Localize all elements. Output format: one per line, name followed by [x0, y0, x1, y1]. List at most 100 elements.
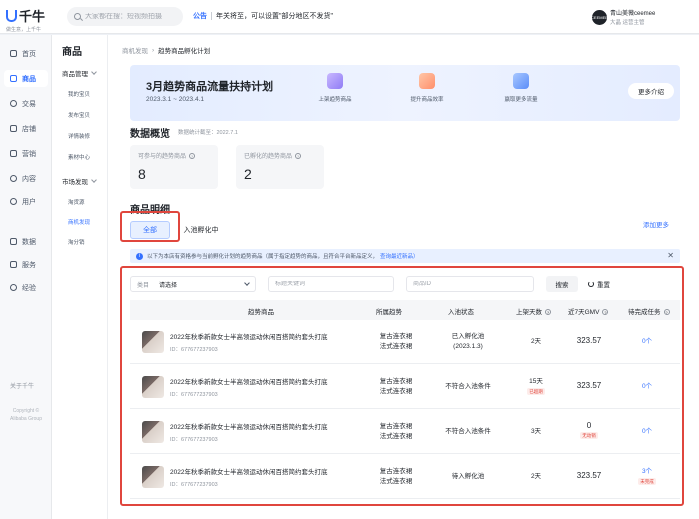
subnav-item-publish[interactable]: 发布宝贝 [68, 111, 90, 119]
home-icon [10, 50, 17, 57]
help-icon[interactable]: ? [545, 309, 551, 315]
product-name[interactable]: 2022年秋季新款女士半高领运动休闲百搭简约套头打底 [170, 376, 327, 386]
column-header: 待完成任务? [628, 309, 670, 316]
breadcrumb-current: 趋势商品孵化计划 [158, 48, 211, 55]
chevron-right-icon: › [152, 46, 155, 54]
product-name[interactable]: 2022年秋季新款女士半高领运动休闲百搭简约套头打底 [170, 331, 327, 341]
product-id-input[interactable] [413, 281, 527, 287]
secondary-sidebar: 商品 商品管理 我的宝贝 发布宝贝 详情装修 素材中心 市场发现 淘货源 商机发… [52, 35, 108, 519]
stat-value: 2 [244, 166, 252, 182]
column-header-sortable[interactable]: 上架天数? [516, 306, 551, 316]
info-text: 以下为本店有资格参与当前孵化计划的趋势商品（属于指定趋势的商品，且符合平台新品定… [147, 254, 379, 260]
campaign-banner: 3月趋势商品流量扶持计划 2023.3.1 ~ 2023.4.1 上架趋势商品 … [130, 65, 680, 121]
days-cell: 15天 已超期 [527, 378, 545, 395]
nav-item-products[interactable]: 商品 [4, 70, 48, 87]
nav-item-content[interactable]: 内容 [4, 170, 48, 187]
trend-cell: 复古连衣裙 法式连衣裙 [379, 333, 413, 350]
avatar: CEEMEE [591, 9, 608, 25]
chevron-down-icon [91, 69, 97, 75]
tasks-link[interactable]: 0个 [628, 382, 666, 392]
subnav-title: 商品 [62, 47, 82, 58]
announcement[interactable]: 公告 年关将至，可以设置"部分地区不发货" [193, 11, 333, 21]
tab-highlight-box [120, 211, 180, 242]
user-role: 大晶 运营主管 [610, 20, 645, 26]
qianniu-logo-icon [6, 9, 17, 22]
title-keyword-input[interactable] [275, 281, 387, 287]
logo-text: 千牛 [19, 9, 46, 24]
subnav-item-my-items[interactable]: 我的宝贝 [68, 90, 90, 98]
nav-item-orders[interactable]: 交易 [4, 95, 48, 112]
search-input[interactable] [85, 13, 175, 20]
subnav-item-opportunity[interactable]: 商机发现 [68, 218, 90, 226]
product-thumbnail[interactable] [142, 421, 164, 443]
announcement-tag: 公告 [193, 13, 207, 20]
nav-item-experience[interactable]: 经验 [4, 279, 48, 296]
title-keyword-field[interactable] [268, 276, 394, 292]
shelf-icon [327, 73, 343, 89]
more-info-button[interactable]: 更多介绍 [628, 83, 674, 99]
help-icon[interactable]: ? [663, 309, 670, 315]
product-id: ID：677677237903 [170, 392, 218, 398]
column-header: 所属趋势 [376, 309, 402, 316]
status-badge: 已超期 [527, 388, 545, 395]
status-badge: 无动销 [580, 432, 598, 439]
trend-cell: 复古连衣裙 法式连衣裙 [379, 468, 413, 485]
help-icon[interactable]: ? [295, 152, 302, 159]
product-name[interactable]: 2022年秋季新款女士半高领运动休闲百搭简约套头打底 [170, 466, 327, 476]
subnav-group-market-discovery[interactable]: 市场发现 [62, 176, 97, 186]
table-row: 2022年秋季新款女士半高领运动休闲百搭简约套头打底 ID：6776772379… [130, 455, 680, 499]
breadcrumb-parent[interactable]: 商机发现 [122, 45, 148, 55]
product-thumbnail[interactable] [142, 376, 164, 398]
shop-icon [10, 125, 17, 132]
logo-tagline: 做生意，上千牛 [6, 27, 42, 33]
user-icon [10, 198, 17, 205]
status-badge: 未完成 [638, 478, 656, 485]
gmv-cell: 323.57 [576, 471, 602, 480]
announcement-text: 年关将至，可以设置"部分地区不发货" [216, 13, 333, 20]
category-select[interactable]: 类目 请选择 [130, 276, 256, 292]
experience-icon [10, 284, 17, 291]
column-header-sortable[interactable]: 近7天GMV? [568, 306, 609, 316]
global-search[interactable] [67, 7, 183, 26]
nav-item-shop[interactable]: 店铺 [4, 120, 48, 137]
copyright: Copyright © Alibaba Group [10, 408, 42, 422]
about-link[interactable]: 关于千牛 [10, 381, 34, 390]
nav-item-marketing[interactable]: 营销 [4, 145, 48, 162]
info-link[interactable]: 查询最近新品） [380, 252, 419, 260]
nav-item-services[interactable]: 服务 [4, 256, 48, 273]
gmv-cell: 323.57 [576, 336, 602, 345]
subnav-item-materials[interactable]: 素材中心 [68, 153, 90, 161]
product-id-field[interactable] [406, 276, 534, 292]
product-thumbnail[interactable] [142, 331, 164, 353]
nav-item-users[interactable]: 用户 [4, 193, 48, 210]
days-cell: 3天 [530, 428, 542, 435]
close-icon[interactable]: ✕ [667, 251, 674, 260]
product-thumbnail[interactable] [142, 466, 164, 488]
stat-card-incubated: 已孵化的趋势商品? 2 [236, 145, 324, 189]
order-icon [10, 100, 17, 107]
help-icon[interactable]: ? [602, 309, 609, 315]
help-icon[interactable]: ? [189, 152, 196, 159]
nav-item-home[interactable]: 首页 [4, 45, 48, 62]
grid-icon [10, 261, 17, 268]
tasks-cell: 3个 未完成 [628, 467, 666, 487]
table-header: 趋势商品 所属趋势 入池状态 上架天数? 近7天GMV? 待完成任务? [130, 300, 680, 320]
tasks-link[interactable]: 0个 [628, 337, 666, 347]
subnav-item-sourcing[interactable]: 淘货源 [68, 198, 85, 206]
product-id: ID：677677237903 [170, 347, 218, 353]
trend-cell: 复古连衣裙 法式连衣裙 [379, 378, 413, 395]
search-button[interactable]: 搜索 [546, 276, 578, 292]
user-profile[interactable]: CEEMEE 青山美薇ceemee 大晶 运营主管 [591, 8, 655, 26]
nav-item-data[interactable]: 数据 [4, 233, 48, 250]
subnav-item-distribution[interactable]: 淘分销 [68, 238, 85, 246]
subnav-group-product-management[interactable]: 商品管理 [62, 68, 97, 78]
tasks-link[interactable]: 3个 [628, 467, 666, 477]
logo[interactable]: 千牛 做生意，上千牛 [6, 6, 48, 33]
tasks-link[interactable]: 0个 [628, 427, 666, 437]
tab-incubating[interactable]: 入池孵化中 [178, 221, 224, 239]
reset-button[interactable]: 重置 [584, 276, 614, 292]
overview-date: 数据统计截至：2022.7.1 [178, 130, 238, 136]
subnav-item-detail-decor[interactable]: 详情装修 [68, 132, 90, 140]
add-more-link[interactable]: 添加更多 [643, 219, 669, 229]
product-name[interactable]: 2022年秋季新款女士半高领运动休闲百搭简约套头打底 [170, 421, 327, 431]
